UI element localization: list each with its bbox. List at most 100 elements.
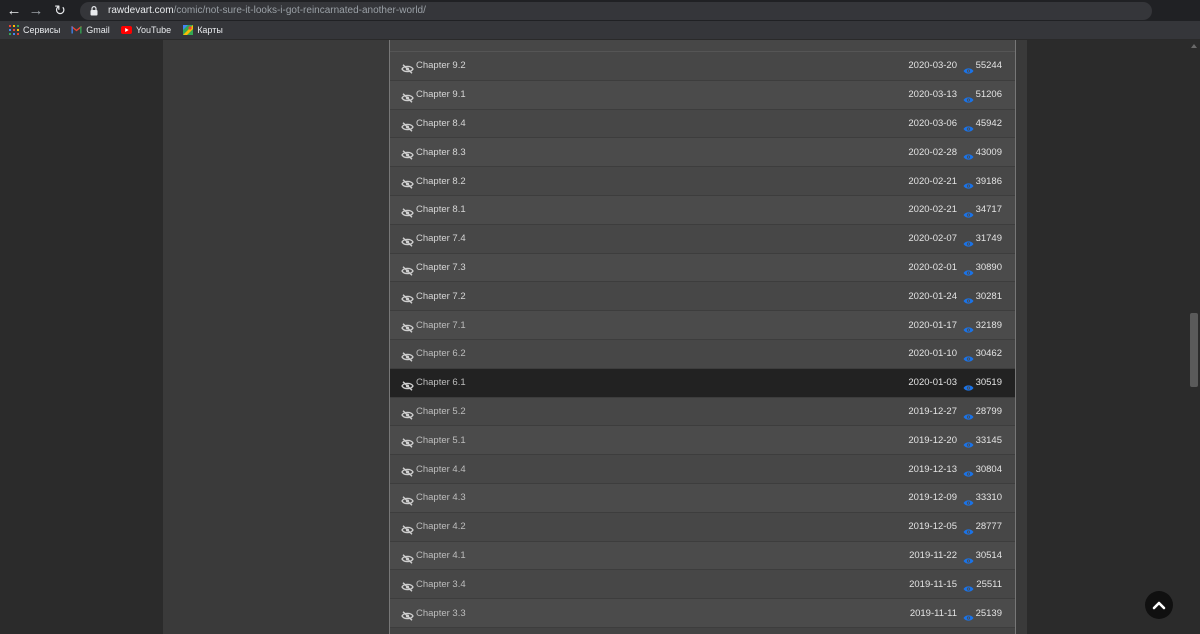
- eye-slash-icon: [401, 234, 414, 247]
- chapter-row[interactable]: Chapter 3.4 2019-11-15 25511: [390, 570, 1015, 600]
- back-to-top-button[interactable]: [1145, 591, 1173, 619]
- chapter-date: 2019-12-20: [908, 434, 957, 446]
- eye-icon: [963, 120, 974, 132]
- chapter-row[interactable]: Chapter 8.4 2020-03-06 45942: [390, 109, 1015, 139]
- url-text: rawdevart.com/comic/not-sure-it-looks-i-…: [108, 5, 426, 16]
- eye-slash-icon: [401, 464, 414, 477]
- chapter-row[interactable]: Chapter 4.1 2019-11-22 30514: [390, 541, 1015, 571]
- chapter-views: 25139: [975, 607, 1002, 619]
- eye-slash-icon: [401, 493, 414, 506]
- chapter-row[interactable]: Chapter 5.2 2019-12-27 28799: [390, 397, 1015, 427]
- bookmarks-bar: Сервисы Gmail YouTube Карты: [0, 21, 1200, 40]
- bookmark-label: YouTube: [135, 25, 172, 35]
- chapter-row[interactable]: Chapter 8.1 2020-02-21 34717: [390, 195, 1015, 225]
- chapter-row[interactable]: Chapter 3.3 2019-11-11 25139: [390, 599, 1015, 628]
- chapter-views: 28799: [975, 405, 1002, 417]
- eye-icon: [963, 408, 974, 420]
- chapter-title[interactable]: Chapter 7.1: [416, 320, 466, 331]
- chapter-title[interactable]: Chapter 8.1: [416, 204, 466, 215]
- chapter-row[interactable]: Chapter 4.4 2019-12-13 30804: [390, 455, 1015, 484]
- maps-icon: [182, 25, 193, 36]
- eye-icon: [963, 177, 974, 189]
- chapter-date: 2020-02-21: [908, 204, 957, 216]
- chapter-title[interactable]: Chapter 4.1: [416, 550, 466, 561]
- eye-icon: [963, 580, 974, 592]
- chapter-date: 2019-12-05: [908, 521, 957, 533]
- chapter-title[interactable]: Chapter 7.4: [416, 233, 466, 244]
- eye-slash-icon: [401, 349, 414, 362]
- chapter-title[interactable]: Chapter 5.1: [416, 435, 466, 446]
- chapter-title[interactable]: Chapter 7.3: [416, 262, 466, 273]
- chapter-title[interactable]: Chapter 3.3: [416, 608, 466, 619]
- reload-icon[interactable]: ↻: [50, 1, 70, 21]
- chapter-row[interactable]: Chapter 6.1 2020-01-03 30519: [390, 368, 1015, 398]
- eye-slash-icon: [401, 608, 414, 621]
- chapter-title[interactable]: Chapter 4.4: [416, 464, 466, 475]
- chapter-row[interactable]: Chapter 5.1 2019-12-20 33145: [390, 426, 1015, 456]
- chapter-row[interactable]: Chapter 4.3 2019-12-09 33310: [390, 483, 1015, 513]
- eye-icon: [963, 235, 974, 247]
- eye-slash-icon: [401, 291, 414, 305]
- scrollbar-thumb[interactable]: [1190, 313, 1198, 387]
- chapter-title[interactable]: Chapter 3.4: [416, 579, 466, 590]
- eye-icon: [963, 62, 974, 74]
- chapter-title[interactable]: Chapter 9.1: [416, 89, 466, 100]
- chapter-views: 30890: [975, 261, 1002, 273]
- page-viewport: Chapter 9.2 2020-03-20 55244 Chapter 9.1 202…: [0, 40, 1200, 634]
- eye-icon: [963, 264, 974, 276]
- chapter-date: 2020-01-03: [908, 377, 957, 389]
- chapter-views: 45942: [975, 117, 1002, 129]
- bookmark-services[interactable]: Сервисы: [8, 25, 60, 36]
- chapter-row[interactable]: Chapter 8.2 2020-02-21 39186: [390, 167, 1015, 196]
- browser-toolbar: ← → ↻ rawdevart.com/comic/not-sure-it-lo…: [0, 0, 1200, 21]
- chapter-title[interactable]: Chapter 6.1: [416, 377, 466, 388]
- chapter-row[interactable]: Chapter 8.3 2020-02-28 43009: [390, 138, 1015, 168]
- chapter-views: 25511: [976, 578, 1002, 590]
- chapter-row[interactable]: Chapter 4.2 2019-12-05 28777: [390, 512, 1015, 542]
- chapter-row[interactable]: Chapter 7.3 2020-02-01 30890: [390, 253, 1015, 283]
- address-bar[interactable]: rawdevart.com/comic/not-sure-it-looks-i-…: [80, 1, 1152, 20]
- bookmark-gmail[interactable]: Gmail: [71, 25, 110, 36]
- eye-slash-icon: [401, 378, 414, 391]
- chapter-title[interactable]: Chapter 5.2: [416, 406, 466, 417]
- chapter-views: 51206: [975, 89, 1002, 101]
- bookmark-youtube[interactable]: YouTube: [120, 25, 172, 36]
- chapter-views: 30281: [975, 290, 1002, 302]
- eye-slash-icon: [401, 61, 414, 74]
- chapter-date: 2020-01-17: [908, 319, 957, 331]
- eye-slash-icon: [401, 176, 414, 189]
- chapter-views: 39186: [975, 175, 1002, 187]
- forward-arrow-icon[interactable]: →: [26, 1, 46, 21]
- back-arrow-icon[interactable]: ←: [4, 1, 24, 21]
- eye-icon: [963, 321, 974, 333]
- chapter-date: 2020-01-24: [908, 290, 957, 302]
- chapter-title[interactable]: Chapter 4.2: [416, 521, 466, 532]
- chapter-date: 2020-02-28: [908, 146, 957, 158]
- chapter-title[interactable]: Chapter 8.3: [416, 147, 466, 158]
- chapter-title[interactable]: Chapter 8.4: [416, 118, 466, 129]
- chapter-title[interactable]: Chapter 6.2: [416, 348, 466, 359]
- list-top-edge: [390, 40, 1015, 52]
- chapter-row[interactable]: Chapter 6.2 2020-01-10 30462: [390, 339, 1015, 369]
- page-scrollbar[interactable]: [1188, 40, 1200, 634]
- chapter-row[interactable]: Chapter 9.1 2020-03-13 51206: [390, 80, 1015, 110]
- chapter-title[interactable]: Chapter 9.2: [416, 60, 466, 71]
- chapter-date: 2020-01-10: [908, 348, 957, 360]
- chapter-row[interactable]: Chapter 7.2 2020-01-24 30281: [390, 282, 1015, 312]
- bookmark-maps[interactable]: Карты: [182, 25, 223, 36]
- chapter-row[interactable]: Chapter 7.4 2020-02-07 31749: [390, 224, 1015, 254]
- chapter-views: 43009: [975, 146, 1002, 158]
- chapter-row[interactable]: Chapter 9.2 2020-03-20 55244: [390, 52, 1015, 81]
- chapter-title[interactable]: Chapter 4.3: [416, 492, 466, 503]
- chapter-date: 2019-12-09: [908, 492, 957, 504]
- chapter-title[interactable]: Chapter 8.2: [416, 176, 466, 187]
- chapter-title[interactable]: Chapter 7.2: [416, 291, 466, 302]
- eye-slash-icon: [401, 551, 414, 564]
- apps-grid-icon: [8, 25, 19, 36]
- eye-icon: [963, 494, 974, 506]
- chapter-date: 2019-12-13: [908, 463, 957, 475]
- chapter-row[interactable]: Chapter 7.1 2020-01-17 32189: [390, 311, 1015, 340]
- eye-icon: [963, 350, 974, 362]
- scroll-up-arrow-icon[interactable]: [1191, 44, 1197, 48]
- chevron-up-icon: [1152, 601, 1166, 610]
